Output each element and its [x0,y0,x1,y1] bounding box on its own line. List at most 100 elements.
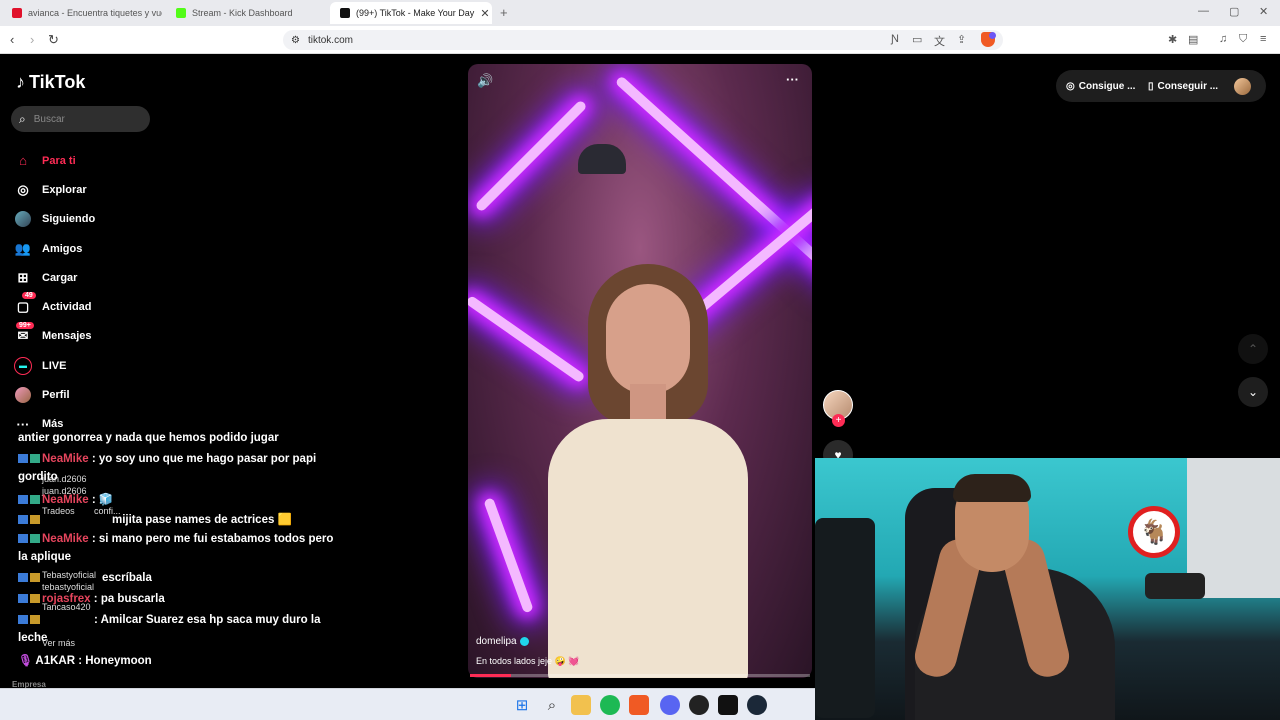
file-explorer-icon[interactable] [571,695,591,715]
sidebar-item-mensajes[interactable]: ✉ 99+ Mensajes [14,321,95,351]
get-coins-button[interactable]: ◎ Consigue ... [1066,74,1135,98]
account-avatar[interactable] [1234,78,1251,95]
sidebar-item-cargar[interactable]: ⊞ Cargar [14,263,95,292]
search-input[interactable]: ⌕ Buscar [11,106,150,132]
chat-text: leche [18,632,48,644]
menu-icon[interactable]: ≡ [1260,33,1266,45]
steam-icon[interactable] [747,695,767,715]
sidebar-icon[interactable]: ▤ [1188,33,1198,46]
sidebar-item-label: Explorar [42,183,87,196]
chat-text: antier gonorrea y nada que hemos podido … [18,432,279,444]
browser-tab-tiktok[interactable]: (99+) TikTok - Make Your Day ✕ [330,2,492,24]
obs-icon[interactable] [689,695,709,715]
browser-tab-bar: avianca - Encuentra tiquetes y vuelos St… [0,0,1280,26]
chat-message: NeaMike : yo soy uno que me hago pasar p… [18,453,316,465]
next-video-icon[interactable]: ⌄ [1238,377,1268,407]
chat-user: rojasfrex [42,593,91,605]
neon-light [483,497,534,614]
background-cap [578,144,626,174]
sidebar-item-explorar[interactable]: ◎ Explorar [14,175,95,204]
chat-message: 🎙 A1KAR : Honeymoon [18,655,152,667]
sidebar-item-live[interactable]: ▬ LIVE [14,351,95,380]
sidebar-item-para-ti[interactable]: ⌂ Para ti [14,146,95,175]
discord-icon[interactable] [660,695,680,715]
get-app-button[interactable]: ▯ Conseguir ... [1148,74,1218,98]
kick-favicon-icon [176,8,186,18]
more-options-icon[interactable]: ··· [786,72,799,87]
search-placeholder: Buscar [33,113,65,125]
chat-text: : Amilcar Suarez esa hp saca muy duro la [94,614,321,626]
close-tab-icon[interactable]: ✕ [480,7,489,20]
video-progress-bar[interactable] [470,674,810,677]
chat-text: la aplique [18,551,72,563]
more-icon: ··· [16,416,30,432]
browser-tab-avianca[interactable]: avianca - Encuentra tiquetes y vuelos [2,2,162,24]
chat-message: antier gonorrea y nada que hemos podido … [18,432,279,444]
chat-text: mijita pase names de actrices 🟨 [112,514,292,526]
sidebar-item-label: Cargar [42,271,78,284]
brave-icon[interactable] [629,695,649,715]
previous-video-icon[interactable]: ⌃ [1238,334,1268,364]
neon-light [474,99,588,213]
chat-text: : si mano pero me fui estabamos todos pe… [91,533,334,545]
reload-icon[interactable]: ↻ [48,32,59,48]
people-icon: 👥 [14,240,32,256]
translate-icon[interactable]: 文 [934,33,945,49]
plus-square-icon: ⊞ [17,269,29,285]
video-player[interactable]: 🔊 ··· [468,64,812,678]
video-subject [548,264,748,678]
cast-icon[interactable]: ▭ [912,33,922,46]
share-icon[interactable]: ⇪ [957,33,966,46]
sidebar-item-amigos[interactable]: 👥 Amigos [14,234,95,263]
tiktok-favicon-icon [340,8,350,18]
chat-user: NeaMike [42,494,89,506]
search-icon[interactable]: ⌕ [542,695,562,715]
vpn-icon[interactable]: ⛉ [1239,33,1247,46]
chat-message: leche [18,632,47,644]
extensions-icon[interactable]: ✱ [1168,33,1177,46]
minimize-icon[interactable]: — [1198,5,1209,17]
chat-text: : yo soy uno que me hago pasar por papi [91,453,317,465]
spotify-icon[interactable] [600,695,620,715]
get-app-label: Conseguir ... [1157,80,1219,92]
video-author[interactable]: domelipa [476,636,529,647]
sidebar-item-label: Perfil [42,389,70,402]
microphone [1145,573,1205,599]
follow-plus-icon[interactable]: + [832,414,845,427]
tab-title: avianca - Encuentra tiquetes y vuelos [28,8,162,18]
reader-icon[interactable]: Ɲ [891,33,899,45]
tab-title: (99+) TikTok - Make Your Day [356,8,475,18]
sidebar-item-label: Mensajes [42,330,92,343]
tab-title: Stream - Kick Dashboard [192,8,293,18]
chat-user: A1KAR [35,655,76,667]
address-toolbar: ‹ › ↻ ⚙ tiktok.com Ɲ ▭ 文 ⇪ ✱ ▤ ♫ ⛉ ≡ [0,26,1280,54]
sidebar-item-perfil[interactable]: Perfil [14,380,95,409]
chat-message: escríbala [18,572,152,584]
sidebar-item-label: LIVE [42,359,67,372]
chat-message: rojasfrex : pa buscarla [18,593,165,605]
browser-tab-kick[interactable]: Stream - Kick Dashboard [166,2,326,24]
forward-icon[interactable]: › [30,32,34,47]
site-info-icon[interactable]: ⚙ [291,35,300,46]
chat-text: gordito [18,471,58,483]
tiktok-logo[interactable]: ♪ TikTok [16,72,85,93]
url-text: tiktok.com [307,34,353,46]
new-tab-icon[interactable]: + [500,5,508,20]
sidebar-item-label: Actividad [42,301,92,314]
back-icon[interactable]: ‹ [10,32,14,47]
tiktok-icon[interactable] [718,695,738,715]
chat-message: NeaMike : 🧊 [18,492,113,506]
live-icon: ▬ [14,356,32,375]
restore-icon[interactable]: ▢ [1229,5,1239,18]
chat-message: NeaMike : si mano pero me fui estabamos … [18,533,333,545]
chat-message: : Amilcar Suarez esa hp saca muy duro la [18,614,320,626]
no-sign-sticker: 🐐 [1128,506,1180,558]
media-icon[interactable]: ♫ [1219,33,1227,45]
get-coins-label: Consigue ... [1078,80,1136,92]
sidebar-item-siguiendo[interactable]: Siguiendo [14,205,95,234]
windows-start-icon[interactable]: ⊞ [512,695,532,715]
close-window-icon[interactable]: ✕ [1259,5,1268,18]
sidebar-item-label: Amigos [42,242,83,255]
sidebar-item-actividad[interactable]: ▢ 49 Actividad [14,292,95,321]
volume-icon[interactable]: 🔊 [477,73,493,89]
